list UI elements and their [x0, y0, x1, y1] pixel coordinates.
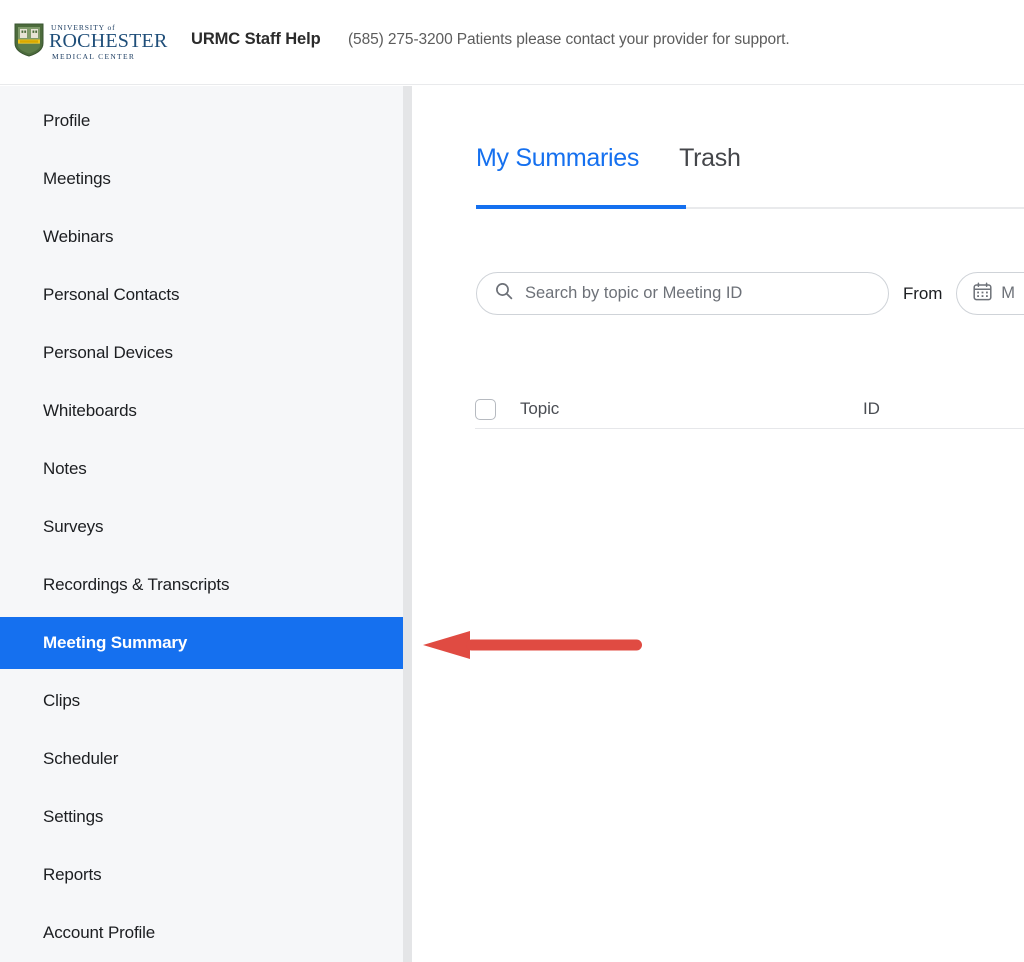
sidebar-item-webinars[interactable]: Webinars: [0, 211, 403, 263]
sidebar-item-label: Profile: [43, 111, 91, 130]
search-and-filter-row: From M: [476, 272, 1024, 315]
sidebar-item-surveys[interactable]: Surveys: [0, 501, 403, 553]
sidebar-item-profile[interactable]: Profile: [0, 95, 403, 147]
sidebar-item-label: Scheduler: [43, 749, 119, 768]
sidebar-item-whiteboards[interactable]: Whiteboards: [0, 385, 403, 437]
help-phone-note: (585) 275-3200 Patients please contact y…: [348, 31, 790, 48]
logo-line-medical-center: MEDICAL CENTER: [52, 52, 136, 61]
sidebar-item-personal-devices[interactable]: Personal Devices: [0, 327, 403, 379]
tab-underline-active: [476, 205, 686, 209]
search-input[interactable]: [523, 283, 883, 304]
sidebar-item-personal-contacts[interactable]: Personal Contacts: [0, 269, 403, 321]
sidebar-item-label: Notes: [43, 459, 87, 478]
sidebar-item-scheduler[interactable]: Scheduler: [0, 733, 403, 785]
sidebar-item-settings[interactable]: Settings: [0, 791, 403, 843]
sidebar-item-label: Surveys: [43, 517, 104, 536]
column-header-id[interactable]: ID: [863, 399, 880, 419]
sidebar-item-label: Meetings: [43, 169, 111, 188]
tabs-row: My Summaries Trash: [476, 144, 741, 191]
top-header: UNIVERSITY of ROCHESTER MEDICAL CENTER U…: [0, 0, 1024, 85]
search-box[interactable]: [476, 272, 889, 315]
tab-trash[interactable]: Trash: [679, 144, 741, 191]
sidebar-item-notes[interactable]: Notes: [0, 443, 403, 495]
sidebar-item-label: Settings: [43, 807, 104, 826]
date-from-value: M: [1001, 284, 1016, 302]
logo-line-rochester: ROCHESTER: [49, 30, 168, 52]
sidebar-item-clips[interactable]: Clips: [0, 675, 403, 727]
from-label: From: [903, 283, 943, 303]
sidebar-item-recordings-and-transcripts[interactable]: Recordings & Transcripts: [0, 559, 403, 611]
help-title: URMC Staff Help: [191, 30, 321, 48]
sidebar-scrollbar[interactable]: [403, 86, 412, 962]
sidebar-item-label: Whiteboards: [43, 401, 137, 420]
table-divider: [475, 428, 1024, 429]
search-icon: [495, 282, 513, 305]
sidebar-item-account-profile[interactable]: Account Profile: [0, 907, 403, 959]
sidebar-item-label: Clips: [43, 691, 81, 710]
tab-my-summaries[interactable]: My Summaries: [476, 144, 639, 191]
date-from-field[interactable]: M: [956, 272, 1024, 315]
select-all-checkbox[interactable]: [475, 398, 496, 420]
sidebar-nav: Profile Meetings Webinars Personal Contacts…: [0, 86, 403, 962]
urmc-wordmark: UNIVERSITY of ROCHESTER MEDICAL CENTER: [49, 23, 168, 61]
main-content: My Summaries Trash From: [412, 86, 1024, 962]
sidebar-item-label: Account Profile: [43, 923, 156, 942]
sidebar-item-reports[interactable]: Reports: [0, 849, 403, 901]
university-shield-crest-icon: [14, 23, 44, 62]
sidebar-item-label: Recordings & Transcripts: [43, 575, 230, 594]
sidebar-item-label: Meeting Summary: [43, 633, 188, 652]
sidebar-item-label: Reports: [43, 865, 102, 884]
sidebar-item-label: Webinars: [43, 227, 114, 246]
sidebar-item-label: Personal Devices: [43, 343, 173, 362]
sidebar-item-meeting-summary[interactable]: Meeting Summary: [0, 617, 403, 669]
column-header-topic[interactable]: Topic: [520, 399, 863, 419]
calendar-icon: [973, 281, 992, 306]
urmc-logo[interactable]: UNIVERSITY of ROCHESTER MEDICAL CENTER: [14, 21, 167, 63]
sidebar-item-label: Personal Contacts: [43, 285, 180, 304]
sidebar-item-meetings[interactable]: Meetings: [0, 153, 403, 205]
